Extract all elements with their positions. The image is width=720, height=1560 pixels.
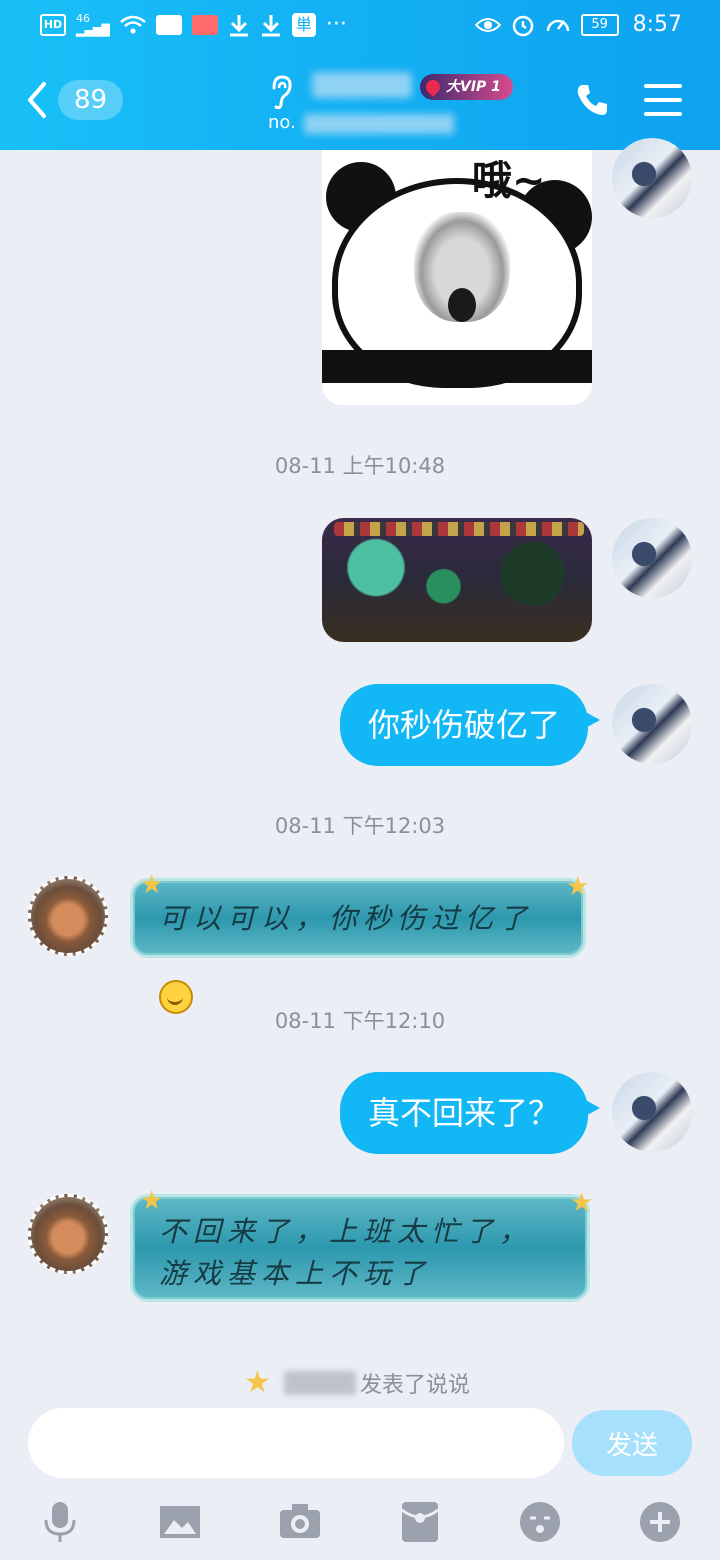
star-decoration-icon: ★ [566,872,590,902]
send-button[interactable]: 发送 [572,1410,692,1476]
chevron-left-icon [28,82,46,118]
contact-id-prefix: no. [268,112,296,133]
image-icon[interactable] [158,1500,202,1544]
app-notification-icon: 単 [291,13,316,37]
unread-count-badge: 89 [58,80,124,120]
star-decoration-icon: ★ [570,1188,594,1218]
notification-book-icon [191,15,218,35]
eye-icon [474,18,501,32]
star-decoration-icon: ★ [140,870,164,900]
message-bubble-received[interactable]: 可以可以，你秒伤过亿了 [130,878,586,1014]
message-text: 不回来了，上班太忙了，游戏基本上不玩了 [159,1215,534,1290]
input-bar: 发送 [0,1400,720,1560]
vip-badge: 大VIP 1 [420,74,513,100]
phone-call-icon[interactable] [574,82,610,118]
message-text: 真不回来了？ [368,1094,561,1132]
speed-icon [546,19,569,32]
alarm-icon [512,15,533,37]
my-avatar[interactable] [612,684,692,764]
clock: 8:57 [632,12,682,37]
contact-avatar[interactable] [28,1194,108,1274]
notification-icon [155,15,182,35]
message-bubble-sent[interactable]: 真不回来了？ [340,1072,601,1154]
hd-icon: HD [40,14,66,36]
contact-avatar[interactable] [28,876,108,956]
sticker-caption: 哦~ [472,158,546,204]
signal-icon: 46 ▂▄▆█ [76,12,110,37]
menu-icon[interactable] [644,84,682,116]
timestamp: 08-11 上午10:48 [274,454,446,478]
contact-id-redacted [304,114,454,134]
my-avatar[interactable] [612,518,692,598]
chat-header: HD 46 ▂▄▆█ 単 ··· 59 8:57 89 大VIP 1 no. [0,0,720,150]
qzone-star-icon: ★ [244,1365,271,1400]
battery-icon: 59 [580,14,619,36]
download-icon [261,15,280,37]
status-bar: HD 46 ▂▄▆█ 単 ··· 59 8:57 [0,0,720,50]
plus-icon[interactable] [638,1500,682,1544]
red-packet-icon[interactable] [398,1500,442,1544]
message-text: 你秒伤破亿了 [368,706,561,744]
sticker-message[interactable]: 哦~ [322,150,592,405]
timestamp: 08-11 下午12:03 [274,814,446,838]
star-decoration-icon: ★ [140,1186,164,1216]
ear-icon [272,75,292,110]
contact-title[interactable]: 大VIP 1 no. [268,70,528,140]
image-message[interactable] [322,518,592,642]
wifi-icon [120,15,146,34]
back-button[interactable]: 89 [26,78,124,122]
name-redacted [284,1371,356,1395]
emoji-icon[interactable] [518,1500,562,1544]
more-notifications-icon: ··· [325,12,347,37]
contact-name-redacted [312,72,412,98]
microphone-icon[interactable] [38,1500,82,1544]
download-icon [229,15,248,37]
my-avatar[interactable] [612,138,692,218]
message-text: 可以可以，你秒伤过亿了 [159,902,534,935]
message-bubble-sent[interactable]: 你秒伤破亿了 [340,684,601,766]
camera-icon[interactable] [278,1500,322,1544]
message-bubble-received[interactable]: 不回来了，上班太忙了，游戏基本上不玩了 [130,1194,590,1302]
my-avatar[interactable] [612,1072,692,1152]
message-input[interactable] [28,1408,564,1478]
timestamp: 08-11 下午12:10 [274,1009,446,1033]
feed-activity-note[interactable]: ★ 发表了说说 [244,1366,470,1400]
feed-note-text: 发表了说说 [360,1373,471,1398]
